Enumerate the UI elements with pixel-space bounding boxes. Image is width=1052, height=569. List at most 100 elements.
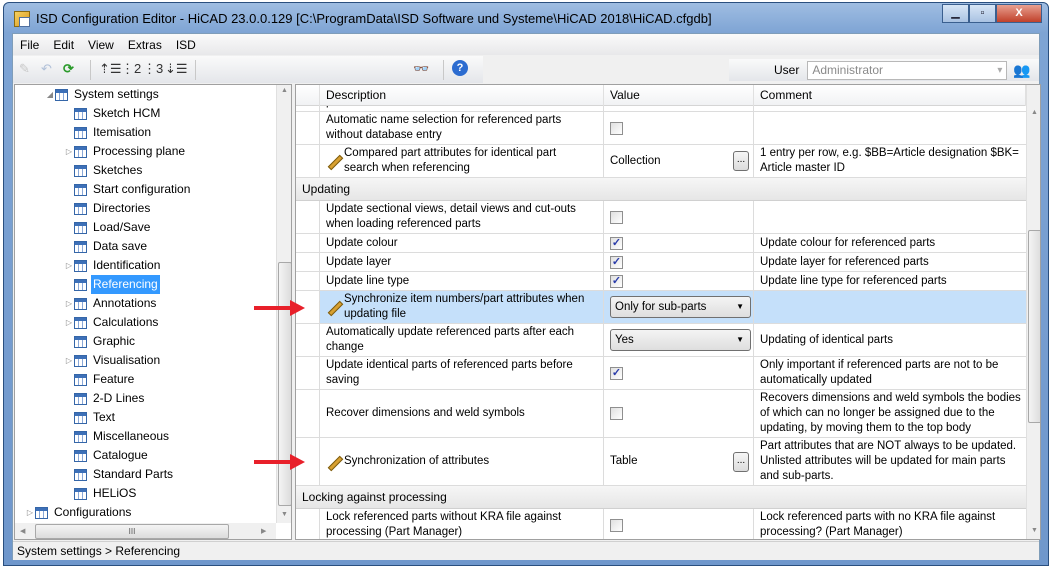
tree-item[interactable]: Standard Parts bbox=[64, 465, 175, 484]
table-row[interactable]: Compared part attributes for identical p… bbox=[296, 145, 1026, 178]
tree-item[interactable]: Text bbox=[64, 408, 117, 427]
value-cell[interactable]: Collection... bbox=[604, 145, 754, 177]
menu-view[interactable]: View bbox=[81, 38, 121, 52]
group-header[interactable]: Locking against processing bbox=[296, 486, 1026, 509]
row-header[interactable] bbox=[296, 324, 320, 356]
tree-item[interactable]: ▷ Identification bbox=[64, 256, 162, 275]
tree-item[interactable]: ▷ Calculations bbox=[64, 313, 160, 332]
checkbox[interactable] bbox=[610, 407, 623, 420]
menu-file[interactable]: File bbox=[13, 38, 46, 52]
expand-all-icon[interactable]: ⇣☰ bbox=[165, 60, 188, 78]
select-all-corner[interactable] bbox=[296, 85, 320, 106]
tree-item[interactable]: ▷ Processing plane bbox=[64, 142, 187, 161]
checkbox[interactable]: ✓ bbox=[610, 255, 623, 269]
minimize-button[interactable]: ▁ bbox=[942, 4, 969, 23]
value-cell[interactable] bbox=[604, 112, 754, 144]
undo-icon[interactable]: ↶ bbox=[41, 60, 52, 78]
tree-item[interactable]: Itemisation bbox=[64, 123, 153, 142]
value-cell[interactable]: ✓ bbox=[604, 234, 754, 252]
value-cell[interactable]: ✓ bbox=[604, 253, 754, 271]
row-header[interactable] bbox=[296, 509, 320, 539]
value-dropdown[interactable]: Yes bbox=[610, 329, 751, 351]
table-row[interactable]: Update identical parts of referenced par… bbox=[296, 357, 1026, 390]
expand-arrow-icon[interactable]: ◢ bbox=[45, 85, 55, 104]
table-row[interactable]: Lock referenced parts without KRA file a… bbox=[296, 509, 1026, 539]
tree-item[interactable]: Start configuration bbox=[64, 180, 192, 199]
group-header[interactable]: Updating bbox=[296, 178, 1026, 201]
row-header[interactable] bbox=[296, 112, 320, 144]
value-cell[interactable] bbox=[604, 390, 754, 437]
find-binoculars-icon[interactable]: 👓 bbox=[413, 60, 429, 78]
column-header-value[interactable]: Value bbox=[604, 85, 754, 106]
expand-arrow-icon[interactable]: ▷ bbox=[64, 351, 74, 370]
tree-item[interactable]: 2-D Lines bbox=[64, 389, 146, 408]
row-header[interactable] bbox=[296, 234, 320, 252]
row-header[interactable] bbox=[296, 357, 320, 389]
tree-item[interactable]: ▷ Visualisation bbox=[64, 351, 162, 370]
tree-item[interactable]: Feature bbox=[64, 370, 136, 389]
table-row[interactable]: Automatically update referenced parts af… bbox=[296, 324, 1026, 357]
table-row[interactable]: Recover dimensions and weld symbols Recov… bbox=[296, 390, 1026, 438]
tree-item[interactable]: HELiOS bbox=[64, 484, 138, 503]
tree-horizontal-scrollbar[interactable]: ◀ III ▶ bbox=[15, 523, 276, 539]
grid-scroll-thumb[interactable] bbox=[1028, 230, 1040, 423]
row-header[interactable] bbox=[296, 201, 320, 233]
value-dropdown[interactable]: Only for sub-parts bbox=[610, 296, 751, 318]
expand-arrow-icon[interactable]: ▷ bbox=[64, 142, 74, 161]
expand-arrow-icon[interactable]: ▷ bbox=[64, 256, 74, 275]
refresh-icon[interactable]: ⟳ bbox=[63, 60, 74, 78]
checkbox[interactable]: ✓ bbox=[610, 366, 623, 380]
tree-item[interactable]: Directories bbox=[64, 199, 152, 218]
column-header-description[interactable]: Description bbox=[320, 85, 604, 106]
user-select[interactable]: Administrator bbox=[807, 60, 1008, 80]
ellipsis-button[interactable]: ... bbox=[733, 451, 749, 472]
tree-item[interactable]: Miscellaneous bbox=[64, 427, 171, 446]
tree-item[interactable]: ▷ Configurations bbox=[25, 503, 133, 522]
close-button[interactable]: X bbox=[996, 4, 1042, 23]
users-icon[interactable]: 👥 bbox=[1013, 62, 1030, 79]
table-row[interactable]: Automatic name selection for referenced … bbox=[296, 112, 1026, 145]
table-row[interactable]: Update line type ✓ Update line type for re… bbox=[296, 272, 1026, 291]
tree-item[interactable]: Load/Save bbox=[64, 218, 152, 237]
tree-item[interactable]: Referencing bbox=[64, 275, 160, 294]
table-row[interactable]: Update sectional views, detail views and… bbox=[296, 201, 1026, 234]
table-row[interactable]: Synchronization of attributes Table... Par… bbox=[296, 438, 1026, 486]
value-cell[interactable]: ✓ bbox=[604, 357, 754, 389]
column-header-comment[interactable]: Comment bbox=[754, 85, 1026, 106]
row-header[interactable] bbox=[296, 253, 320, 271]
menu-edit[interactable]: Edit bbox=[46, 38, 81, 52]
checkbox[interactable]: ✓ bbox=[610, 274, 623, 288]
table-row[interactable]: Update colour ✓ Update colour for referenc… bbox=[296, 234, 1026, 253]
checkbox[interactable] bbox=[610, 518, 623, 532]
menu-extras[interactable]: Extras bbox=[121, 38, 169, 52]
ellipsis-button[interactable]: ... bbox=[733, 151, 749, 171]
row-header[interactable] bbox=[296, 145, 320, 177]
value-cell[interactable]: Table... bbox=[604, 438, 754, 485]
row-header[interactable] bbox=[296, 390, 320, 437]
value-cell[interactable] bbox=[604, 509, 754, 539]
expand-arrow-icon[interactable]: ▷ bbox=[64, 313, 74, 332]
tree-item[interactable]: ▷ Annotations bbox=[64, 294, 158, 313]
value-cell[interactable] bbox=[604, 106, 754, 111]
maximize-button[interactable]: ▫ bbox=[969, 4, 996, 23]
help-icon[interactable]: ? bbox=[452, 60, 468, 76]
expand-arrow-icon[interactable]: ▷ bbox=[64, 294, 74, 313]
tree-item[interactable]: ◢ System settings bbox=[45, 85, 161, 104]
tree-item[interactable]: Sketch HCM bbox=[64, 104, 162, 123]
level-2-icon[interactable]: ⋮2 bbox=[121, 60, 141, 78]
row-header[interactable] bbox=[296, 106, 320, 111]
tree-hscroll-thumb[interactable]: III bbox=[35, 524, 229, 539]
tree-item[interactable]: Graphic bbox=[64, 332, 137, 351]
tree-item[interactable]: Sketches bbox=[64, 161, 144, 180]
row-header[interactable] bbox=[296, 272, 320, 290]
tree-item[interactable]: Data save bbox=[64, 237, 149, 256]
expand-arrow-icon[interactable]: ▷ bbox=[25, 503, 35, 522]
checkbox[interactable] bbox=[610, 121, 623, 135]
value-cell[interactable] bbox=[604, 201, 754, 233]
table-row[interactable]: Synchronize item numbers/part attributes… bbox=[296, 291, 1026, 324]
grid-vertical-scrollbar[interactable]: ▲ ▼ bbox=[1026, 85, 1040, 539]
value-cell[interactable]: Yes bbox=[604, 324, 754, 356]
value-cell[interactable]: ✓ bbox=[604, 272, 754, 290]
table-row[interactable]: Update layer ✓ Update layer for referenced… bbox=[296, 253, 1026, 272]
checkbox[interactable] bbox=[610, 210, 623, 224]
